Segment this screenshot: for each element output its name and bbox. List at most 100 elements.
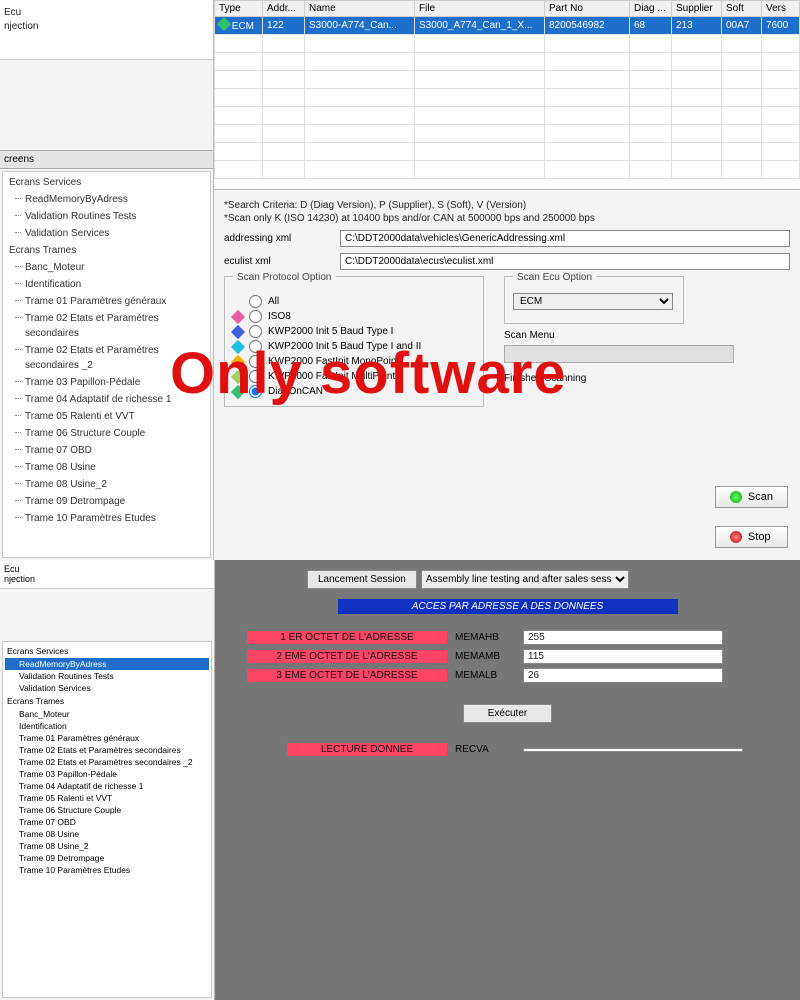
tree-group[interactable]: Ecrans Services xyxy=(5,644,209,658)
tree-item[interactable]: Identification xyxy=(5,276,208,293)
launch-session-button[interactable]: Lancement Session xyxy=(307,570,417,589)
scan-protocol-note: *Scan only K (ISO 14230) at 10400 bps an… xyxy=(224,213,790,224)
tree-title: creens xyxy=(0,150,213,169)
header-line-injection: njection xyxy=(4,20,209,34)
tree-item[interactable]: Banc_Moteur xyxy=(5,259,208,276)
hdr-line: njection xyxy=(4,574,210,584)
button-label: Stop xyxy=(748,531,771,543)
execute-button[interactable]: Exécuter xyxy=(463,704,552,723)
tree-item[interactable]: Trame 10 Paramètres Etudes xyxy=(5,864,209,876)
col-diag[interactable]: Diag ... xyxy=(630,1,672,17)
tree-item[interactable]: Validation Services xyxy=(5,682,209,694)
radio-label: ISO8 xyxy=(268,311,291,322)
left-header: Ecu njection xyxy=(0,0,213,60)
scan-button[interactable]: Scan xyxy=(715,486,788,508)
tree-item[interactable]: Trame 03 Papillon-Pédale xyxy=(5,768,209,780)
tree-item[interactable]: Trame 06 Structure Couple xyxy=(5,804,209,816)
diamond-icon xyxy=(231,324,245,338)
mem-label: MEMALB xyxy=(455,670,515,681)
tree-item[interactable]: Trame 04 Adaptatif de richesse 1 xyxy=(5,391,208,408)
tree-group-trames[interactable]: Ecrans Trames xyxy=(5,242,208,259)
radio-label: KWP2000 Init 5 Baud Type I and II xyxy=(268,341,421,352)
tree-item[interactable]: Identification xyxy=(5,720,209,732)
diamond-icon xyxy=(231,309,245,323)
tree-item[interactable]: Trame 02 Etats et Paramètres secondaires… xyxy=(5,756,209,768)
radio-diagoncan[interactable] xyxy=(249,385,262,398)
radio-label: KWP2000 FastInit MonoPoint xyxy=(268,356,399,367)
diamond-icon xyxy=(231,354,245,368)
tree-item[interactable]: Trame 08 Usine_2 xyxy=(5,476,208,493)
col-addr[interactable]: Addr... xyxy=(263,1,305,17)
addressing-xml-input[interactable] xyxy=(340,230,790,247)
scan-protocol-group: Scan Protocol Option All ISO8 KWP2000 In… xyxy=(224,276,484,407)
radio-kwp-t1[interactable] xyxy=(249,325,262,338)
col-vers[interactable]: Vers xyxy=(762,1,800,17)
diamond-icon xyxy=(217,17,231,31)
eculist-xml-input[interactable] xyxy=(340,253,790,270)
tree-item[interactable]: Trame 02 Etats et Paramètres secondaires… xyxy=(5,342,208,374)
stop-icon xyxy=(730,531,742,543)
radio-all[interactable] xyxy=(249,295,262,308)
tree-item[interactable]: ReadMemoryByAdress xyxy=(5,191,208,208)
tree-item[interactable]: Trame 01 Paramètres généraux xyxy=(5,293,208,310)
radio-kwp-mono[interactable] xyxy=(249,355,262,368)
tree-group[interactable]: Ecrans Trames xyxy=(5,694,209,708)
radio-iso8[interactable] xyxy=(249,310,262,323)
col-supplier[interactable]: Supplier xyxy=(672,1,722,17)
mem-value-3[interactable]: 26 xyxy=(523,668,723,683)
tree-item[interactable]: Validation Routines Tests xyxy=(5,208,208,225)
tree-item[interactable]: Trame 07 OBD xyxy=(5,442,208,459)
mem-label: MEMAHB xyxy=(455,632,515,643)
tree-item[interactable]: Trame 03 Papillon-Pédale xyxy=(5,374,208,391)
col-name[interactable]: Name xyxy=(305,1,415,17)
col-partno[interactable]: Part No xyxy=(545,1,630,17)
mem-label: MEMAMB xyxy=(455,651,515,662)
tree-item[interactable]: Trame 08 Usine xyxy=(5,459,208,476)
tree-item[interactable]: Banc_Moteur xyxy=(5,708,209,720)
session-select[interactable]: Assembly line testing and after sales se… xyxy=(421,570,629,589)
tree-item[interactable]: Trame 06 Structure Couple xyxy=(5,425,208,442)
stop-button[interactable]: Stop xyxy=(715,526,788,548)
radio-kwp-t12[interactable] xyxy=(249,340,262,353)
tree-group-services[interactable]: Ecrans Services xyxy=(5,174,208,191)
ecu-row[interactable]: ECM 122 S3000-A774_Can... S3000_A774_Can… xyxy=(215,17,800,35)
ecu-grid[interactable]: Type Addr... Name File Part No Diag ... … xyxy=(214,0,800,190)
tree-item[interactable]: Trame 07 OBD xyxy=(5,816,209,828)
cell: 68 xyxy=(630,17,672,35)
addr-octet-2-label: 2 EME OCTET DE L'ADRESSE xyxy=(247,650,447,663)
tree-item[interactable]: Trame 01 Paramètres généraux xyxy=(5,732,209,744)
finished-scanning-label: Finished Scanning xyxy=(504,373,790,384)
tree-item[interactable]: Trame 09 Detrompage xyxy=(5,852,209,864)
tree-item[interactable]: Trame 04 Adaptatif de richesse 1 xyxy=(5,780,209,792)
col-type[interactable]: Type xyxy=(215,1,263,17)
tree-item[interactable]: Trame 05 Ralenti et VVT xyxy=(5,408,208,425)
tree-item[interactable]: Trame 02 Etats et Paramètres secondaires xyxy=(5,310,208,342)
right-column: Type Addr... Name File Part No Diag ... … xyxy=(214,0,800,560)
left-sidebar: Ecu njection creens Ecrans Services Read… xyxy=(0,0,214,560)
col-soft[interactable]: Soft xyxy=(722,1,762,17)
recva-value[interactable] xyxy=(523,748,743,752)
tree-item[interactable]: Trame 08 Usine_2 xyxy=(5,840,209,852)
play-icon xyxy=(730,491,742,503)
mem-value-1[interactable]: 255 xyxy=(523,630,723,645)
cell: ECM xyxy=(232,21,254,32)
radio-kwp-multi[interactable] xyxy=(249,370,262,383)
tree-item[interactable]: Validation Services xyxy=(5,225,208,242)
tree-item[interactable]: Validation Routines Tests xyxy=(5,670,209,682)
col-file[interactable]: File xyxy=(415,1,545,17)
bottom-header: Ecu njection xyxy=(0,560,214,589)
addressing-xml-label: addressing xml xyxy=(224,233,334,244)
hdr-line: Ecu xyxy=(4,564,210,574)
cell: 213 xyxy=(672,17,722,35)
mem-value-2[interactable]: 115 xyxy=(523,649,723,664)
tree-item[interactable]: Trame 08 Usine xyxy=(5,828,209,840)
screens-tree[interactable]: Ecrans Services ReadMemoryByAdress Valid… xyxy=(2,171,211,558)
tree-item[interactable]: Trame 02 Etats et Paramètres secondaires xyxy=(5,744,209,756)
diamond-icon xyxy=(231,384,245,398)
tree-item[interactable]: Trame 05 Ralenti et VVT xyxy=(5,792,209,804)
tree-item[interactable]: Trame 09 Detrompage xyxy=(5,493,208,510)
bottom-tree[interactable]: Ecrans Services ReadMemoryByAdress Valid… xyxy=(2,641,212,998)
tree-item[interactable]: Trame 10 Paramètres Etudes xyxy=(5,510,208,527)
tree-item-selected[interactable]: ReadMemoryByAdress xyxy=(5,658,209,670)
ecu-select[interactable]: ECM xyxy=(513,293,673,310)
